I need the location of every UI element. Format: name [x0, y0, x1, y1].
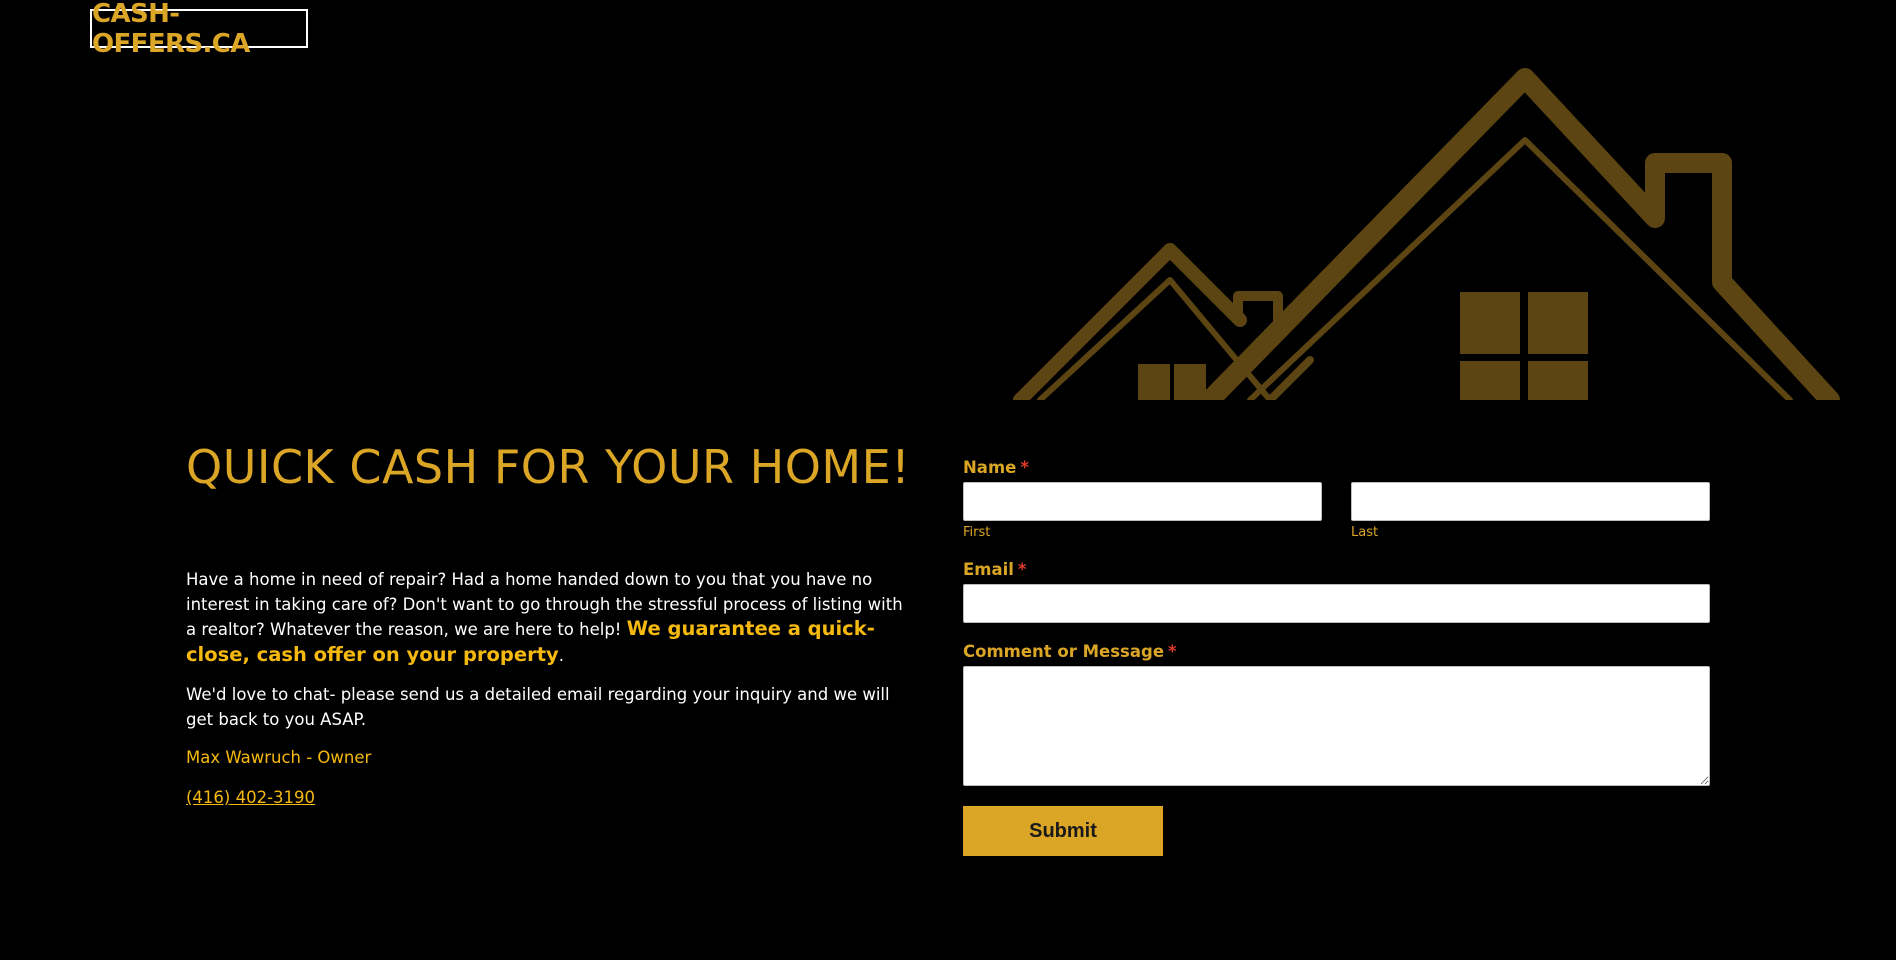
house-roof-illustration	[1013, 68, 1840, 400]
message-textarea[interactable]	[963, 666, 1710, 786]
name-label-text: Name	[963, 458, 1017, 477]
required-marker: *	[1017, 560, 1027, 579]
submit-button[interactable]: Submit	[963, 806, 1163, 856]
message-label: Comment or Message *	[963, 642, 1177, 661]
email-label: Email *	[963, 560, 1027, 579]
first-name-sublabel: First	[963, 525, 991, 540]
name-label: Name *	[963, 458, 1029, 477]
required-marker: *	[1168, 642, 1177, 661]
page: CASH-OFFERS.CA QUICK CASH FOR YOUR HOME!…	[0, 0, 1896, 960]
required-marker: *	[1020, 458, 1029, 477]
intro-paragraph: Have a home in need of repair? Had a hom…	[186, 568, 916, 668]
owner-signature: Max Wawruch - Owner	[186, 748, 372, 767]
message-label-text: Comment or Message	[963, 642, 1165, 661]
phone-link[interactable]: (416) 402-3190	[186, 788, 315, 807]
contact-invitation: We'd love to chat- please send us a deta…	[186, 685, 890, 729]
first-name-input[interactable]	[963, 482, 1322, 521]
last-name-sublabel: Last	[1351, 525, 1379, 540]
last-name-input[interactable]	[1351, 482, 1710, 521]
email-input[interactable]	[963, 584, 1710, 623]
page-headline: QUICK CASH FOR YOUR HOME!	[186, 440, 911, 494]
email-label-text: Email	[963, 560, 1014, 579]
intro-end: .	[558, 645, 565, 665]
site-logo[interactable]: CASH-OFFERS.CA	[90, 0, 308, 59]
